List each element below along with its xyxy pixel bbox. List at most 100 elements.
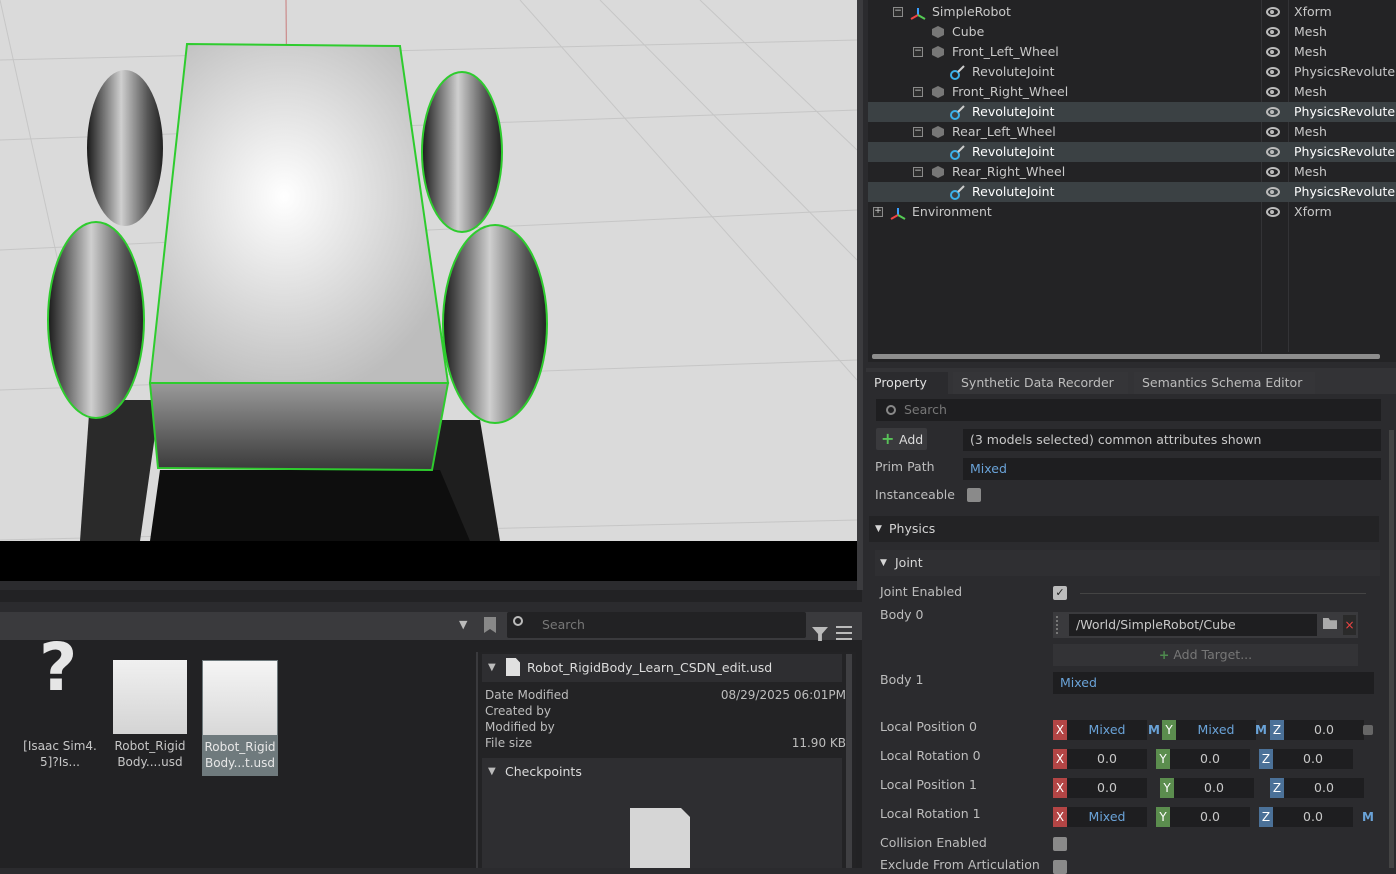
- add-button-label: Add: [899, 432, 924, 447]
- local-position1-z[interactable]: Z 0.0: [1270, 778, 1370, 798]
- tree-row[interactable]: − Rear_Right_Wheel Mesh: [868, 162, 1396, 182]
- file-item[interactable]: Robot_Rigid Body....usd: [112, 660, 188, 770]
- tree-item-label: Rear_Left_Wheel: [952, 124, 1056, 139]
- viewport-bottom-bar: [0, 541, 857, 581]
- collapse-icon[interactable]: ▼: [488, 662, 496, 673]
- detail-row: File size 11.90 KB: [485, 736, 846, 752]
- add-button[interactable]: + Add: [876, 428, 927, 450]
- value-field[interactable]: 0.0: [1067, 749, 1147, 769]
- collapse-toggle[interactable]: −: [913, 127, 923, 137]
- value-field[interactable]: 0.0: [1273, 807, 1353, 827]
- tree-row[interactable]: − Front_Left_Wheel Mesh: [868, 42, 1396, 62]
- value-field[interactable]: Mixed: [1176, 720, 1256, 740]
- value-field[interactable]: Mixed: [1067, 807, 1147, 827]
- value-field[interactable]: 0.0: [1273, 749, 1353, 769]
- tree-item-label: RevoluteJoint: [972, 144, 1055, 159]
- tree-row[interactable]: + Environment Xform: [868, 202, 1396, 222]
- file-item[interactable]: ? [Isaac Sim4. 5]?Is...: [22, 629, 98, 770]
- visibility-eye-icon[interactable]: [1266, 167, 1280, 177]
- tree-row[interactable]: − Rear_Left_Wheel Mesh: [868, 122, 1396, 142]
- local-rotation0-x[interactable]: X 0.0: [1053, 749, 1153, 769]
- collapse-toggle[interactable]: −: [913, 47, 923, 57]
- tab-synthetic-data-recorder[interactable]: Synthetic Data Recorder: [953, 372, 1128, 394]
- value-field[interactable]: 0.0: [1174, 778, 1254, 798]
- viewport-scene[interactable]: [0, 0, 857, 541]
- remove-target-icon[interactable]: ×: [1343, 615, 1356, 635]
- instanceable-checkbox[interactable]: [967, 488, 981, 502]
- menu-icon[interactable]: [836, 626, 852, 640]
- visibility-eye-icon[interactable]: [1266, 147, 1280, 157]
- expand-toggle[interactable]: +: [873, 207, 883, 217]
- tab-semantics-schema-editor[interactable]: Semantics Schema Editor: [1134, 372, 1315, 394]
- detail-label: Created by: [485, 704, 552, 718]
- local-position0-x[interactable]: X Mixed: [1053, 720, 1153, 740]
- tree-row[interactable]: Cube Mesh: [868, 22, 1396, 42]
- local-rotation1-y[interactable]: Y 0.0: [1156, 807, 1256, 827]
- visibility-eye-icon[interactable]: [1266, 7, 1280, 17]
- tree-row[interactable]: − Front_Right_Wheel Mesh: [868, 82, 1396, 102]
- local-rotation0-y[interactable]: Y 0.0: [1156, 749, 1256, 769]
- value-field[interactable]: 0.0: [1284, 778, 1364, 798]
- visibility-eye-icon[interactable]: [1266, 107, 1280, 117]
- local-rotation1-z[interactable]: Z 0.0: [1259, 807, 1359, 827]
- file-item-selected[interactable]: Robot_Rigid Body...t.usd: [202, 660, 278, 776]
- divider: [1080, 593, 1366, 594]
- visibility-eye-icon[interactable]: [1266, 207, 1280, 217]
- axis-z-badge: Z: [1270, 720, 1284, 740]
- tree-row[interactable]: RevoluteJoint PhysicsRevolute: [868, 62, 1396, 82]
- collision-enabled-checkbox[interactable]: [1053, 837, 1067, 851]
- body0-field[interactable]: /World/SimpleRobot/Cube: [1069, 614, 1317, 636]
- value-field[interactable]: 0.0: [1170, 807, 1250, 827]
- scrollbar[interactable]: [846, 654, 852, 868]
- prim-path-field[interactable]: Mixed: [963, 458, 1381, 480]
- viewport[interactable]: [0, 0, 857, 541]
- body1-field[interactable]: Mixed: [1053, 672, 1374, 694]
- collapse-icon[interactable]: ▼: [488, 766, 496, 777]
- axis-y-badge: Y: [1156, 807, 1170, 827]
- visibility-eye-icon[interactable]: [1266, 187, 1280, 197]
- horizontal-scrollbar[interactable]: [872, 354, 1380, 359]
- joint-enabled-checkbox[interactable]: ✓: [1053, 586, 1067, 600]
- exclude-articulation-checkbox[interactable]: [1053, 860, 1067, 874]
- add-target-button[interactable]: + Add Target...: [1053, 644, 1358, 666]
- local-rotation0-z[interactable]: Z 0.0: [1259, 749, 1359, 769]
- collapse-toggle[interactable]: −: [913, 87, 923, 97]
- tree-row-selected[interactable]: RevoluteJoint PhysicsRevolute: [868, 182, 1396, 202]
- local-position1-y[interactable]: Y 0.0: [1160, 778, 1260, 798]
- tree-row-selected[interactable]: RevoluteJoint PhysicsRevolute: [868, 102, 1396, 122]
- tree-row[interactable]: − SimpleRobot Xform: [868, 2, 1396, 22]
- physics-section-header[interactable]: ▼ Physics: [869, 516, 1379, 542]
- local-rotation1-x[interactable]: X Mixed: [1053, 807, 1153, 827]
- content-search-box[interactable]: Search: [507, 612, 806, 638]
- folder-icon[interactable]: [1323, 618, 1337, 629]
- tab-property[interactable]: Property: [866, 372, 948, 394]
- local-position0-y[interactable]: Y Mixed: [1162, 720, 1262, 740]
- unknown-file-icon: ?: [39, 629, 78, 706]
- property-panel: Property Synthetic Data Recorder Semanti…: [866, 368, 1396, 874]
- visibility-eye-icon[interactable]: [1266, 87, 1280, 97]
- vertical-scrollbar[interactable]: [1389, 430, 1394, 868]
- value-field[interactable]: 0.0: [1170, 749, 1250, 769]
- drag-handle-icon[interactable]: [1056, 616, 1062, 634]
- mixed-marker: M: [1148, 723, 1160, 737]
- visibility-eye-icon[interactable]: [1266, 67, 1280, 77]
- reset-indicator[interactable]: [1363, 725, 1373, 735]
- property-search-input[interactable]: Search: [876, 399, 1381, 421]
- tree-row-selected[interactable]: RevoluteJoint PhysicsRevolute: [868, 142, 1396, 162]
- panel-splitter[interactable]: [857, 0, 863, 590]
- value-field[interactable]: Mixed: [1067, 720, 1147, 740]
- collapse-toggle[interactable]: −: [893, 7, 903, 17]
- joint-section-header[interactable]: ▼ Joint: [875, 550, 1380, 576]
- visibility-eye-icon[interactable]: [1266, 47, 1280, 57]
- value-field[interactable]: 0.0: [1067, 778, 1147, 798]
- visibility-eye-icon[interactable]: [1266, 127, 1280, 137]
- tree-item-label: Front_Left_Wheel: [952, 44, 1059, 59]
- joint-icon: [950, 105, 966, 120]
- dropdown-arrow-icon[interactable]: ▼: [459, 618, 467, 631]
- local-position1-x[interactable]: X 0.0: [1053, 778, 1153, 798]
- visibility-eye-icon[interactable]: [1266, 27, 1280, 37]
- bookmark-icon[interactable]: [484, 617, 496, 633]
- local-position0-z[interactable]: Z 0.0: [1270, 720, 1370, 740]
- value-field[interactable]: 0.0: [1284, 720, 1364, 740]
- collapse-toggle[interactable]: −: [913, 167, 923, 177]
